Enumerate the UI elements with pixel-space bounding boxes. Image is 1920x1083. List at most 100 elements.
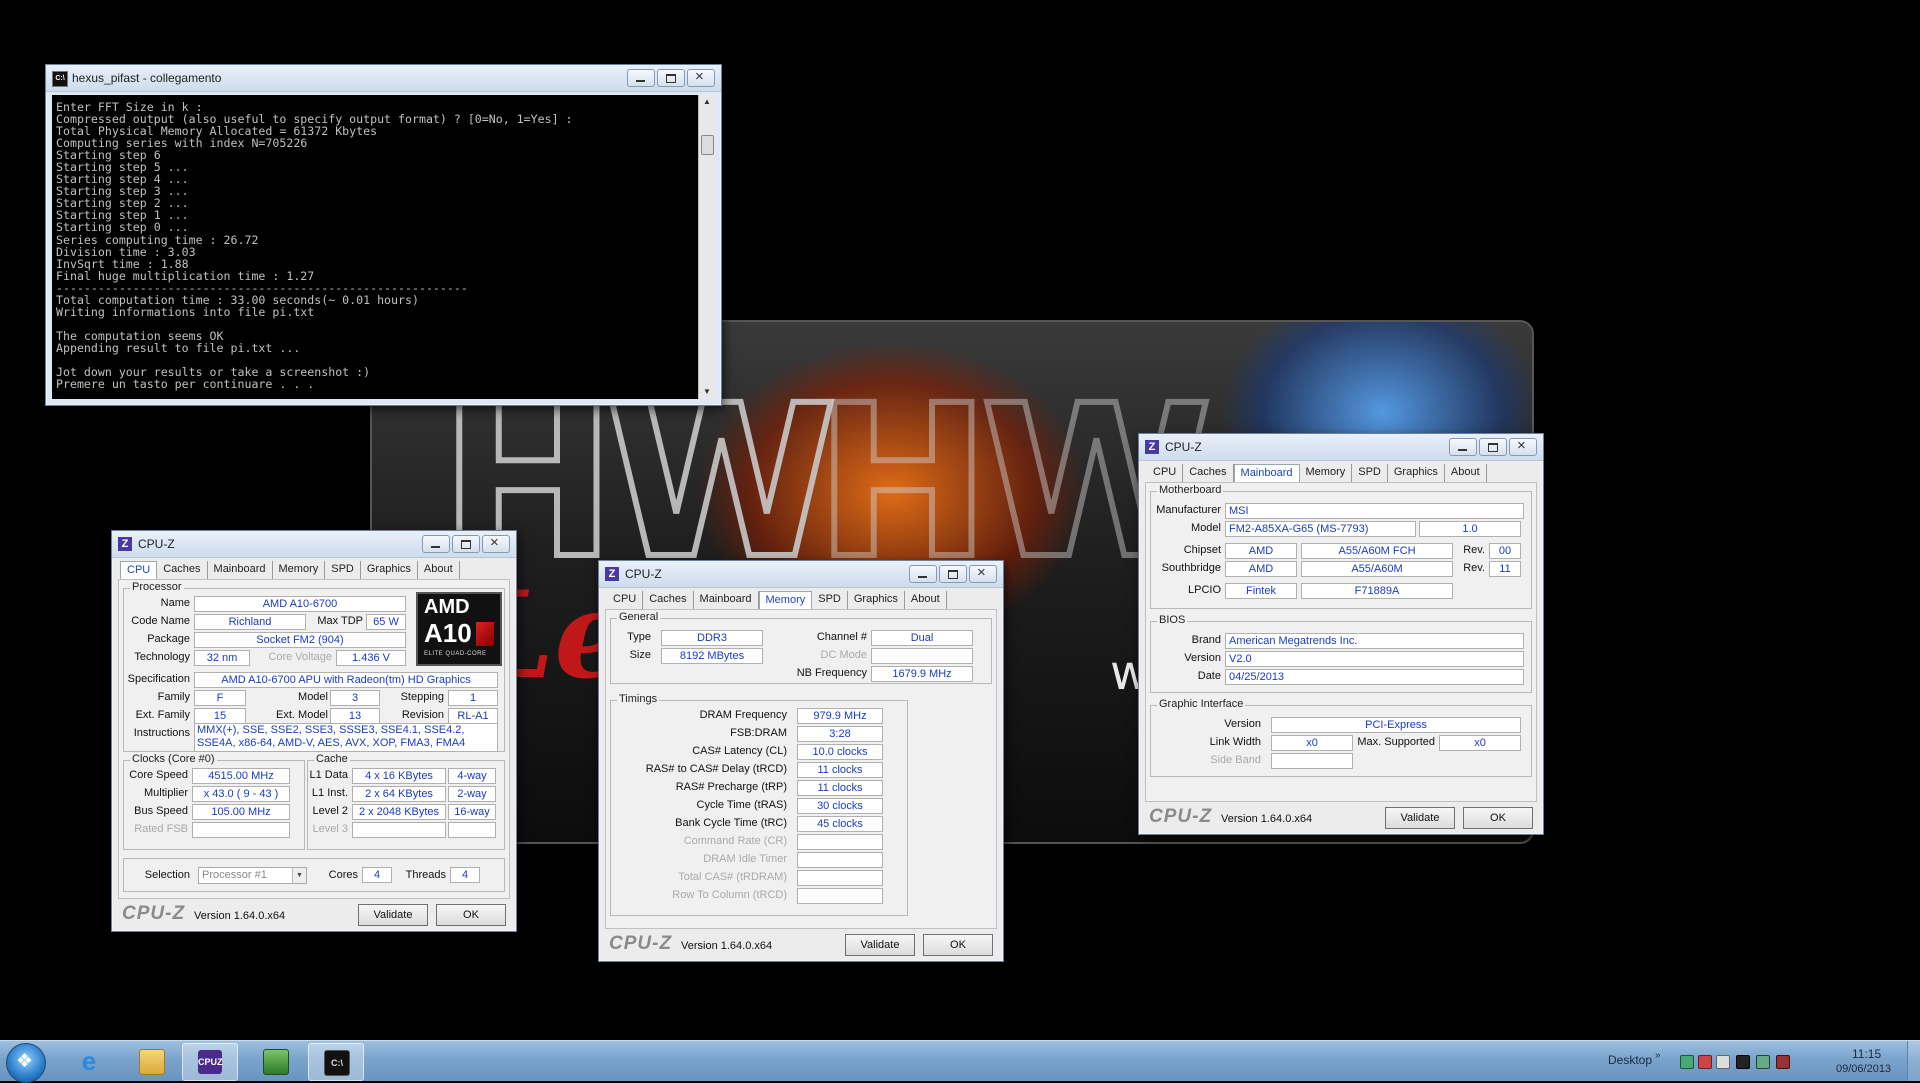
console-window[interactable]: C:\ hexus_pifast - collegamento Enter FF… <box>45 64 722 406</box>
stepping-value: 1 <box>448 690 498 706</box>
cpuz-titlebar[interactable]: Z CPU-Z <box>1139 434 1543 461</box>
cores-label: Cores <box>328 869 358 881</box>
chipset-rev-label: Rev. <box>1463 544 1485 556</box>
tab-about[interactable]: About <box>418 561 460 579</box>
network-icon[interactable] <box>1680 1055 1694 1069</box>
cpuz-memory-window[interactable]: Z CPU-Z CPU Caches Mainboard Memory SPD … <box>598 560 1004 962</box>
tab-spd[interactable]: SPD <box>325 561 361 579</box>
ok-button[interactable]: OK <box>923 934 993 956</box>
validate-button[interactable]: Validate <box>845 934 915 956</box>
minimize-button[interactable] <box>627 69 655 87</box>
chipset-vendor-value: AMD <box>1225 543 1297 559</box>
console-app-icon: C:\ <box>52 71 68 87</box>
processor-select[interactable]: Processor #1 ▼ <box>198 867 307 884</box>
tab-mainboard[interactable]: Mainboard <box>694 591 759 609</box>
timings-group-title: Timings <box>617 693 660 705</box>
command-prompt-taskbar-button[interactable]: C:\ <box>308 1043 364 1081</box>
level2-value: 2 x 2048 KBytes <box>352 804 446 820</box>
tab-cpu[interactable]: CPU <box>607 591 644 609</box>
file-explorer-taskbar-button[interactable] <box>124 1043 178 1079</box>
scroll-down-icon[interactable]: ▼ <box>699 385 715 399</box>
maximize-button[interactable] <box>939 565 967 583</box>
maxsupported-label: Max. Supported <box>1357 736 1435 748</box>
southbridge-vendor-value: AMD <box>1225 561 1297 577</box>
tab-caches[interactable]: Caches <box>1183 464 1234 482</box>
cpuz-titlebar[interactable]: Z CPU-Z <box>599 561 1003 588</box>
chevron-down-icon[interactable]: ▼ <box>292 868 306 883</box>
name-value: AMD A10-6700 <box>194 596 406 612</box>
footer: CPU-Z Version 1.64.0.x64 Validate OK <box>112 897 516 931</box>
l1data-value: 4 x 16 KBytes <box>352 768 446 784</box>
clocks-group-title: Clocks (Core #0) <box>130 753 217 765</box>
idle-label: DRAM Idle Timer <box>703 853 787 865</box>
codename-value: Richland <box>194 614 306 630</box>
scroll-up-icon[interactable]: ▲ <box>699 95 715 109</box>
tab-graphics[interactable]: Graphics <box>848 591 905 609</box>
manufacturer-label: Manufacturer <box>1156 504 1221 516</box>
validate-button[interactable]: Validate <box>358 904 428 926</box>
action-center-icon[interactable] <box>1776 1055 1790 1069</box>
cr-label: Command Rate (CR) <box>683 835 787 847</box>
tab-caches[interactable]: Caches <box>643 591 694 609</box>
tab-memory[interactable]: Memory <box>758 591 813 610</box>
bios-brand-value: American Megatrends Inc. <box>1225 633 1524 649</box>
bios-version-label: Version <box>1184 652 1221 664</box>
cpuz-titlebar[interactable]: Z CPU-Z <box>112 531 516 558</box>
maximize-button[interactable] <box>657 69 685 87</box>
cpuz-mainboard-window[interactable]: Z CPU-Z CPU Caches Mainboard Memory SPD … <box>1138 433 1544 835</box>
close-button[interactable] <box>687 68 715 87</box>
tab-mainboard[interactable]: Mainboard <box>1233 464 1300 483</box>
tab-cpu[interactable]: CPU <box>1147 464 1184 482</box>
maximize-button[interactable] <box>452 535 480 553</box>
tab-cpu[interactable]: CPU <box>120 561 158 580</box>
maximize-button[interactable] <box>1479 438 1507 456</box>
tab-memory[interactable]: Memory <box>273 561 326 579</box>
tab-spd[interactable]: SPD <box>1352 464 1388 482</box>
level2-way: 16-way <box>448 804 496 820</box>
security-icon[interactable] <box>1698 1055 1712 1069</box>
speaker-icon[interactable] <box>1756 1055 1770 1069</box>
close-button[interactable] <box>969 564 997 583</box>
clock-date[interactable]: 09/06/2013 <box>1836 1063 1891 1075</box>
tab-graphics[interactable]: Graphics <box>1388 464 1445 482</box>
cpuz-cpu-window[interactable]: Z CPU-Z CPU Caches Mainboard Memory SPD … <box>111 530 517 932</box>
close-button[interactable] <box>1509 437 1537 456</box>
busspeed-label: Bus Speed <box>134 805 188 817</box>
tab-mainboard[interactable]: Mainboard <box>208 561 273 579</box>
ok-button[interactable]: OK <box>1463 807 1533 829</box>
chevron-up-icon[interactable]: » <box>1655 1050 1661 1061</box>
gpu-tool-taskbar-button[interactable] <box>248 1043 302 1079</box>
console-output-area[interactable]: Enter FFT Size in k : Compressed output … <box>52 95 715 399</box>
tab-memory[interactable]: Memory <box>1300 464 1353 482</box>
flag-icon[interactable] <box>1716 1055 1730 1069</box>
bios-brand-label: Brand <box>1191 634 1221 646</box>
trp-label: RAS# Precharge (tRP) <box>675 781 787 793</box>
tab-spd[interactable]: SPD <box>812 591 848 609</box>
minimize-button[interactable] <box>909 565 937 583</box>
tab-about[interactable]: About <box>1445 464 1487 482</box>
cpuz-taskbar-button[interactable]: CPUZ <box>182 1043 238 1081</box>
dram-freq-label: DRAM Frequency <box>699 709 787 721</box>
close-button[interactable] <box>482 534 510 553</box>
minimize-button[interactable] <box>422 535 450 553</box>
stepping-label: Stepping <box>400 691 444 703</box>
console-scrollbar[interactable]: ▲ ▼ <box>698 95 715 399</box>
minimize-button[interactable] <box>1449 438 1477 456</box>
validate-button[interactable]: Validate <box>1385 807 1455 829</box>
internet-explorer-taskbar-button[interactable]: e <box>62 1043 116 1079</box>
show-desktop-button[interactable] <box>1907 1041 1920 1081</box>
lpcio-value: F71889A <box>1301 583 1453 599</box>
desktop-toolbar-label[interactable]: Desktop <box>1608 1053 1652 1067</box>
tab-graphics[interactable]: Graphics <box>361 561 418 579</box>
tab-about[interactable]: About <box>905 591 947 609</box>
specification-label: Specification <box>127 673 190 685</box>
ok-button[interactable]: OK <box>436 904 506 926</box>
clock-time[interactable]: 11:15 <box>1852 1047 1881 1061</box>
scroll-thumb[interactable] <box>701 135 714 155</box>
console-titlebar[interactable]: C:\ hexus_pifast - collegamento <box>46 65 721 92</box>
bios-group: BIOS Brand American Megatrends Inc. Vers… <box>1150 614 1532 693</box>
tools-icon[interactable] <box>1736 1055 1750 1069</box>
dram-freq-value: 979.9 MHz <box>797 708 883 724</box>
windows-start-icon[interactable] <box>6 1043 46 1083</box>
tab-caches[interactable]: Caches <box>157 561 208 579</box>
